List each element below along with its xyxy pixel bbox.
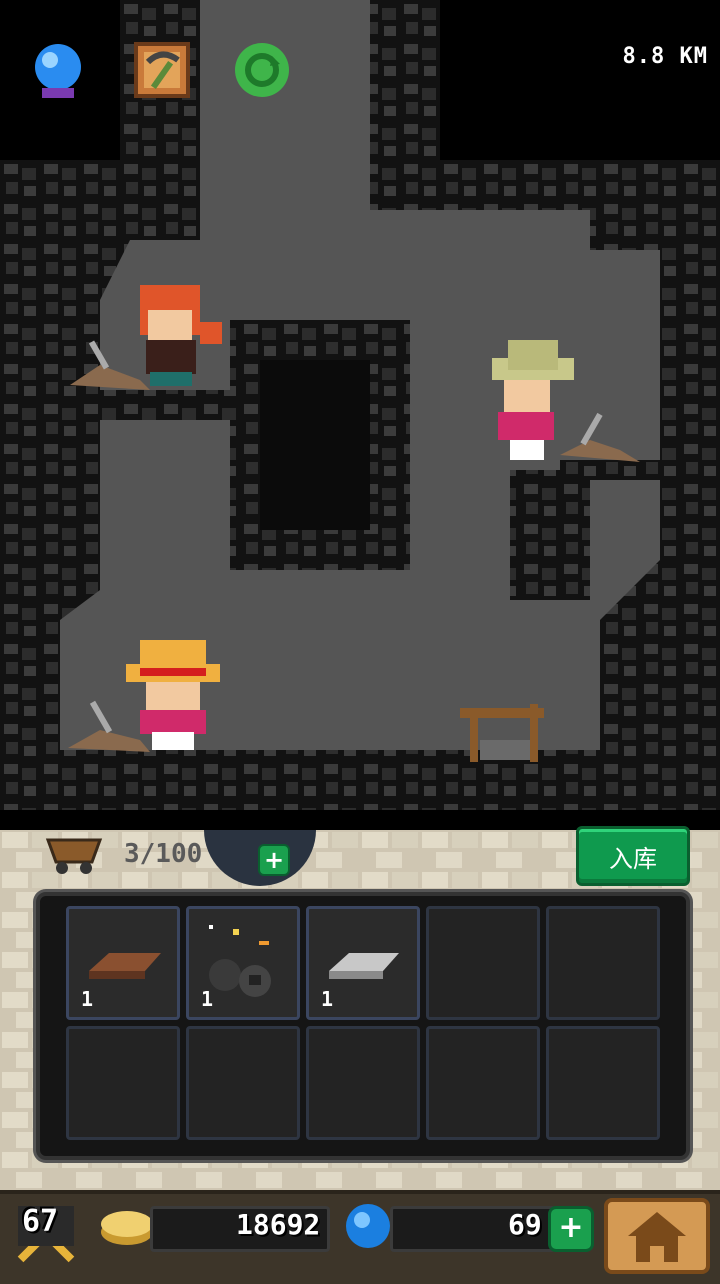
gem-amount: 69 xyxy=(508,1208,542,1241)
home-button[interactable] xyxy=(604,1198,710,1274)
inventory-grid: 1 1 1 xyxy=(36,892,690,1160)
inventory-slot[interactable] xyxy=(546,906,660,1020)
add-gems-button[interactable]: + xyxy=(548,1206,594,1252)
inventory-slot[interactable]: 1 xyxy=(66,906,180,1020)
crystal-ball-icon[interactable] xyxy=(28,40,88,100)
refresh-icon[interactable] xyxy=(232,40,292,100)
inventory-slot[interactable] xyxy=(66,1026,180,1140)
item-count: 1 xyxy=(81,987,94,1011)
player-level: 67 xyxy=(22,1204,59,1239)
inventory-slot[interactable] xyxy=(186,1026,300,1140)
inventory-slot[interactable]: 1 xyxy=(186,906,300,1020)
plus-icon[interactable]: + xyxy=(258,844,290,876)
capacity-text: 3/100 xyxy=(124,839,203,869)
inventory-slot[interactable] xyxy=(306,1026,420,1140)
pickaxe-card-icon[interactable] xyxy=(132,40,192,100)
store-button[interactable]: 入库 xyxy=(576,826,690,886)
minecart-icon xyxy=(45,838,103,874)
distance-readout: 8.8 KM xyxy=(622,44,708,69)
home-icon xyxy=(604,1198,710,1274)
inventory-slot[interactable] xyxy=(546,1026,660,1140)
inventory-slot[interactable] xyxy=(426,1026,540,1140)
item-count: 1 xyxy=(201,987,214,1011)
inventory-slot[interactable] xyxy=(426,906,540,1020)
gold-coins-icon[interactable] xyxy=(98,1204,156,1248)
inventory-slot[interactable]: 1 xyxy=(306,906,420,1020)
cart-capacity: 3/100 xyxy=(44,832,202,876)
item-count: 1 xyxy=(321,987,334,1011)
cave-scene xyxy=(0,0,720,830)
blue-gem-icon[interactable] xyxy=(342,1200,394,1252)
gold-amount: 18692 xyxy=(236,1208,321,1241)
